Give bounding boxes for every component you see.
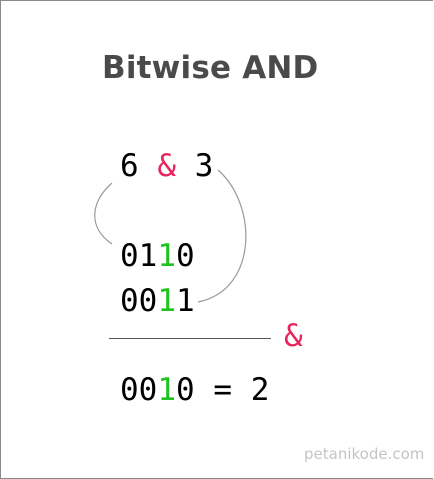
watermark: petanikode.com (304, 445, 425, 463)
left-arc (94, 182, 113, 245)
connector-arcs (94, 169, 247, 303)
right-arc (197, 169, 247, 303)
